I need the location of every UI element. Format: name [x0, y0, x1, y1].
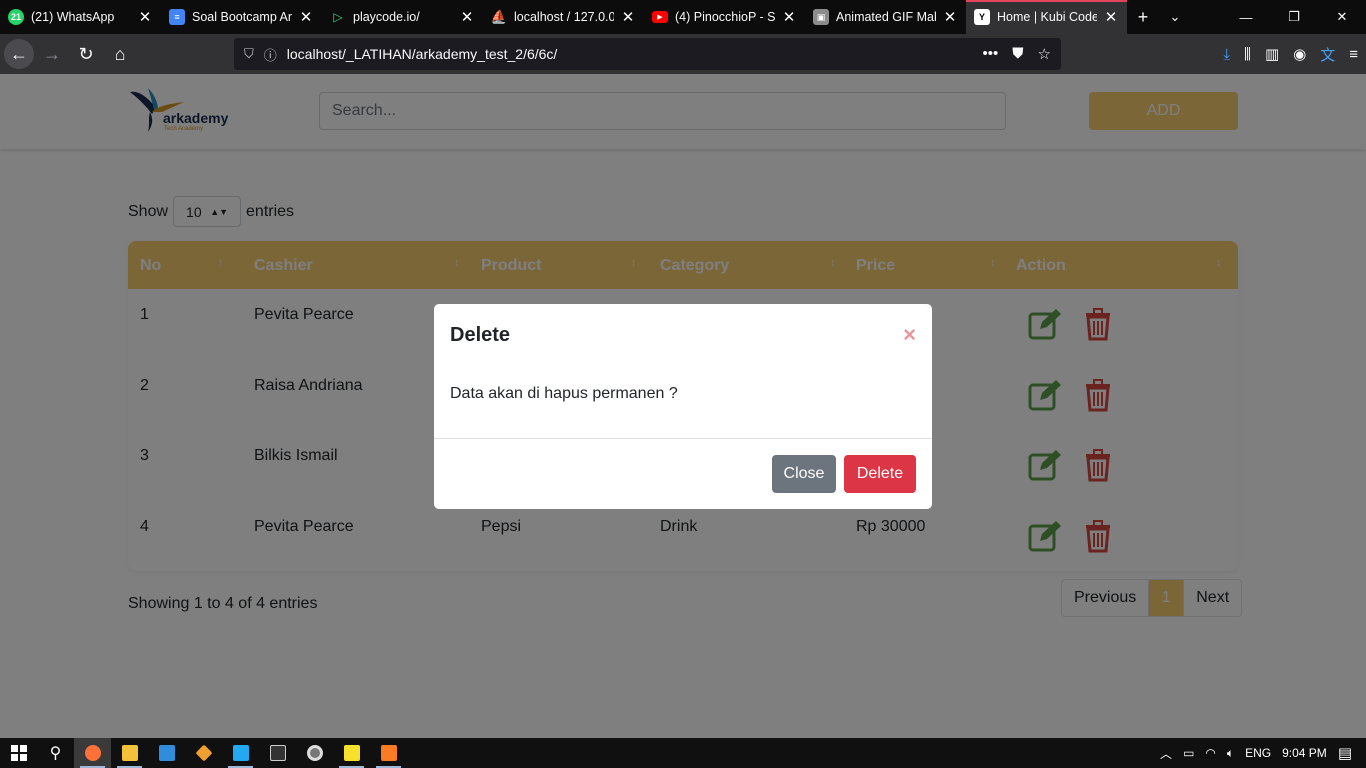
translate-icon[interactable]: 文	[1320, 44, 1335, 65]
restore-icon[interactable]: ❐	[1270, 0, 1318, 34]
menu-hamburger-icon[interactable]: ≡	[1349, 46, 1358, 63]
xampp-icon[interactable]	[370, 738, 407, 768]
tab-label: playcode.io/	[353, 10, 420, 24]
terminal-icon[interactable]	[259, 738, 296, 768]
file-explorer-icon[interactable]	[111, 738, 148, 768]
close-icon[interactable]: ✕	[137, 8, 153, 26]
browser-nav-bar: ← → ↻ ⌂ ⛉ ⓘ localhost/_LATIHAN/arkademy_…	[0, 34, 1366, 74]
close-icon[interactable]: ✕	[620, 8, 636, 26]
tab-label: localhost / 127.0.0.	[514, 10, 614, 24]
toolbar-right: ⤓ ⫼ ▥ ◉ 文 ≡	[1223, 34, 1358, 74]
volume-icon[interactable]: 🔈︎	[1227, 746, 1234, 761]
firefox-icon[interactable]	[74, 738, 111, 768]
tab-label: (4) PinocchioP - Sl	[675, 10, 775, 24]
reload-icon[interactable]: ↻	[70, 38, 102, 70]
clock[interactable]: 9:04 PM	[1282, 746, 1327, 760]
youtube-icon: ▶	[652, 11, 668, 23]
windows-start-icon[interactable]	[0, 738, 37, 768]
url-text[interactable]: localhost/_LATIHAN/arkademy_test_2/6/6c/	[287, 46, 558, 62]
pocket-icon[interactable]: ⛊	[1012, 45, 1023, 63]
play-icon: ▷	[333, 10, 343, 24]
modal-message: Data akan di hapus permanen ?	[450, 385, 678, 402]
media-player-icon[interactable]	[296, 738, 333, 768]
delete-modal: Delete × Data akan di hapus permanen ? C…	[434, 304, 932, 509]
sidebar-icon[interactable]: ▥	[1265, 45, 1279, 63]
page-viewport: arkademy Tech Academy Search... ADD Show…	[0, 74, 1366, 738]
modal-footer: Close Delete	[434, 438, 932, 509]
kubi-icon: Y	[974, 9, 990, 25]
sticky-notes-icon[interactable]	[333, 738, 370, 768]
close-icon[interactable]: ✕	[1103, 8, 1119, 26]
browser-tab-playcode[interactable]: ▷ playcode.io/ ✕	[322, 0, 483, 34]
chevron-up-icon[interactable]: ︿	[1160, 745, 1172, 762]
close-icon[interactable]: ✕	[298, 8, 314, 26]
close-icon[interactable]: ✕	[781, 8, 797, 26]
browser-tab-kubi-code[interactable]: Y Home | Kubi Code ✕	[966, 0, 1127, 34]
browser-tab-youtube[interactable]: ▶ (4) PinocchioP - Sl ✕	[644, 0, 805, 34]
gif-maker-icon: ▣	[813, 9, 829, 25]
forward-arrow-icon[interactable]: →	[36, 38, 68, 70]
search-icon[interactable]: ⚲	[37, 738, 74, 768]
close-icon[interactable]: ✕	[459, 8, 475, 26]
modal-title: Delete	[450, 324, 511, 346]
git-icon[interactable]	[185, 738, 222, 768]
battery-icon[interactable]: ▭	[1183, 746, 1194, 760]
language-indicator[interactable]: ENG	[1245, 746, 1271, 760]
tab-label: Animated GIF Mak	[836, 10, 936, 24]
vscode-icon[interactable]	[222, 738, 259, 768]
tab-label: Home | Kubi Code	[997, 10, 1097, 24]
modal-close-icon[interactable]: ×	[903, 322, 916, 348]
back-arrow-icon[interactable]: ←	[4, 39, 34, 69]
whatsapp-icon: 21	[8, 9, 24, 25]
close-icon[interactable]: ✕	[942, 8, 958, 26]
windows-taskbar: ⚲ ︿ ▭ ◠ 🔈︎ ENG 9:04 PM ▤	[0, 738, 1366, 768]
download-icon[interactable]: ⤓	[1223, 46, 1230, 63]
tab-list-chevron-icon[interactable]: ⌄	[1159, 0, 1191, 34]
shield-icon[interactable]: ⛉	[244, 46, 254, 62]
tab-label: Soal Bootcamp Ark	[192, 10, 292, 24]
close-button[interactable]: Close	[772, 455, 836, 493]
home-icon[interactable]: ⌂	[104, 38, 136, 70]
notification-icon[interactable]: ▤	[1338, 744, 1352, 762]
wifi-icon[interactable]: ◠	[1205, 746, 1215, 760]
new-tab-icon[interactable]: +	[1127, 0, 1159, 34]
browser-tab-phpmyadmin[interactable]: ⛵ localhost / 127.0.0. ✕	[483, 0, 644, 34]
mail-icon[interactable]	[148, 738, 185, 768]
more-dots-icon[interactable]: •••	[983, 45, 999, 63]
browser-tab-soal-bootcamp[interactable]: ≡ Soal Bootcamp Ark ✕	[161, 0, 322, 34]
window-controls: — ❐ ✕	[1222, 0, 1366, 34]
browser-tab-whatsapp[interactable]: 21 (21) WhatsApp ✕	[0, 0, 161, 34]
bookmark-star-icon[interactable]: ☆	[1038, 45, 1051, 63]
info-icon[interactable]: ⓘ	[264, 45, 277, 64]
system-tray: ︿ ▭ ◠ 🔈︎ ENG 9:04 PM ▤	[1160, 744, 1366, 762]
docs-icon: ≡	[169, 9, 185, 25]
url-bar[interactable]: ⛉ ⓘ localhost/_LATIHAN/arkademy_test_2/6…	[234, 38, 1061, 70]
browser-tab-gif-maker[interactable]: ▣ Animated GIF Mak ✕	[805, 0, 966, 34]
close-window-icon[interactable]: ✕	[1318, 0, 1366, 34]
tab-label: (21) WhatsApp	[31, 10, 115, 24]
account-icon[interactable]: ◉	[1293, 45, 1306, 63]
library-icon[interactable]: ⫼	[1244, 46, 1251, 63]
phpmyadmin-icon: ⛵	[490, 9, 508, 24]
delete-button[interactable]: Delete	[844, 455, 916, 493]
minimize-icon[interactable]: —	[1222, 0, 1270, 34]
browser-tab-strip: 21 (21) WhatsApp ✕ ≡ Soal Bootcamp Ark ✕…	[0, 0, 1366, 34]
